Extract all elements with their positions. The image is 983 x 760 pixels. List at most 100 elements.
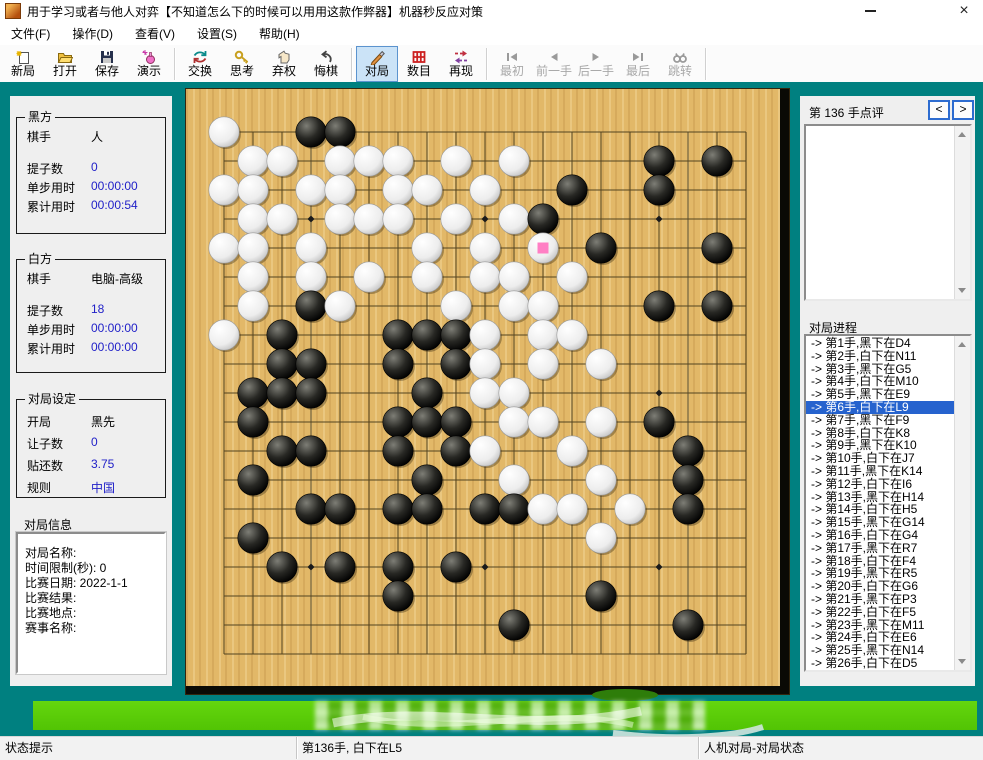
black-stone [267,349,297,379]
toolbar-button-swap[interactable]: 交换 [179,46,221,82]
move-list-item[interactable]: -> 第6手,白下在L9 [806,401,955,414]
white-stone [325,204,355,234]
ad-banner[interactable] [33,701,977,730]
toolbar-button-label: 最后 [626,65,650,78]
info-row-value: 中国 [91,479,115,492]
white-stone [499,407,529,437]
game-settings-title: 对局设定 [25,392,79,406]
black-stone [412,494,442,524]
white-stone [238,291,268,321]
minimize-button[interactable] [853,0,887,22]
client-area: 黑方 棋手人提子数0单步用时00:00:00累计用时00:00:54 白方 棋手… [0,82,983,737]
toolbar-button-open-folder[interactable]: 打开 [44,46,86,82]
white-stone [441,291,471,321]
info-row: 棋手电脑-高级 [27,270,165,283]
toolbar-button-undo[interactable]: 悔棋 [305,46,347,82]
move-list-item[interactable]: -> 第2手,白下在N11 [806,350,955,363]
white-stone [528,494,558,524]
move-list-item[interactable]: -> 第22手,白下在F5 [806,606,955,619]
moves-scrollbar[interactable] [954,336,970,670]
moves-listbox[interactable]: -> 第1手,黑下在D4-> 第2手,白下在N11-> 第3手,黑下在G5-> … [804,334,972,672]
play-pen-icon [369,49,385,65]
black-stone [441,320,471,350]
white-stone [557,262,587,292]
left-info-panel: 黑方 棋手人提子数0单步用时00:00:00累计用时00:00:54 白方 棋手… [10,96,172,686]
move-list-item[interactable]: -> 第26手,白下在D5 [806,657,955,670]
next-comment-button[interactable]: > [952,100,974,120]
toolbar-button-label: 后一手 [578,65,614,78]
white-stone [238,233,268,263]
info-row-label: 棋手 [27,128,91,141]
move-list-item[interactable]: -> 第12手,白下在I6 [806,478,955,491]
info-row: 单步用时00:00:00 [27,321,165,334]
toolbar-separator [174,48,175,80]
black-stone [412,320,442,350]
menu-item-1[interactable]: 文件(F) [0,25,61,42]
comment-scrollbar[interactable] [954,126,970,299]
menu-item-2[interactable]: 操作(D) [61,25,124,42]
move-list-item[interactable]: -> 第16手,白下在G4 [806,529,955,542]
window-title: 用于学习或者与他人对弈【不知道怎么下的时候可以用用这款作弊器】机器秒反应对策 [27,3,853,20]
menu-bar: 文件(F)操作(D)查看(V)设置(S)帮助(H) [0,22,983,45]
black-player-title: 黑方 [25,110,55,124]
toolbar-button-pass-hand[interactable]: 弃权 [263,46,305,82]
move-list-item[interactable]: -> 第1手,黑下在D4 [806,337,955,350]
move-list-item[interactable]: -> 第17手,黑下在R7 [806,542,955,555]
scroll-up-icon[interactable] [958,342,966,347]
white-stone [499,204,529,234]
info-row-value: 0 [91,435,98,448]
move-list-item[interactable]: -> 第11手,黑下在K14 [806,465,955,478]
menu-item-5[interactable]: 帮助(H) [248,25,311,42]
jump-binoculars-icon [672,49,688,65]
toolbar-button-play-pen[interactable]: 对局 [356,46,398,82]
toolbar-button-label: 对局 [365,65,389,78]
info-row: 开局黑先 [27,413,165,426]
black-player-groupbox: 黑方 棋手人提子数0单步用时00:00:00累计用时00:00:54 [16,117,166,234]
move-list-item[interactable]: -> 第21手,黑下在P3 [806,593,955,606]
toolbar-button-new-game[interactable]: 新局 [2,46,44,82]
game-info-line: 比赛日期: 2022-1-1 [18,576,164,591]
game-info-line: 比赛结果: [18,591,164,606]
black-stone [383,436,413,466]
toolbar-button-replay[interactable]: 再现 [440,46,482,82]
scroll-down-icon[interactable] [958,288,966,293]
prev-comment-button[interactable]: < [928,100,950,120]
black-stone [267,320,297,350]
white-stone [557,494,587,524]
toolbar-button-think[interactable]: 思考 [221,46,263,82]
game-info-line: 对局名称: [18,546,164,561]
scroll-down-icon[interactable] [958,659,966,664]
toolbar-separator [351,48,352,80]
toolbar-button-count-grid[interactable]: 数目 [398,46,440,82]
go-board[interactable] [185,88,790,695]
black-stone [644,175,674,205]
move-list-item[interactable]: -> 第7手,黑下在F9 [806,414,955,427]
menu-item-3[interactable]: 查看(V) [124,25,186,42]
move-comment-box[interactable] [804,124,972,301]
white-stone [354,262,384,292]
info-row-label: 棋手 [27,270,91,283]
white-player-title: 白方 [25,252,55,266]
toolbar-button-demo[interactable]: 演示 [128,46,170,82]
info-row-value: 3.75 [91,457,114,470]
info-row-value: 00:00:00 [91,321,138,334]
toolbar-button-save[interactable]: 保存 [86,46,128,82]
white-stone [528,349,558,379]
black-stone [383,581,413,611]
right-info-panel: 第 136 手点评 < > 对局进程 -> 第1手,黑下在D4-> 第2手,白下… [800,96,975,686]
white-stone [209,320,239,350]
toolbar-button-last: 最后 [617,46,659,82]
black-stone [296,117,326,147]
white-stone [615,494,645,524]
move-list-item[interactable]: -> 第25手,黑下在N14 [806,644,955,657]
menu-item-4[interactable]: 设置(S) [186,25,248,42]
info-row-label: 让子数 [27,435,91,448]
scroll-up-icon[interactable] [958,132,966,137]
white-stone [383,146,413,176]
white-stone [238,204,268,234]
black-stone [441,349,471,379]
close-button[interactable]: × [947,0,981,22]
count-grid-icon [411,49,427,65]
black-stone [441,407,471,437]
black-stone [673,465,703,495]
